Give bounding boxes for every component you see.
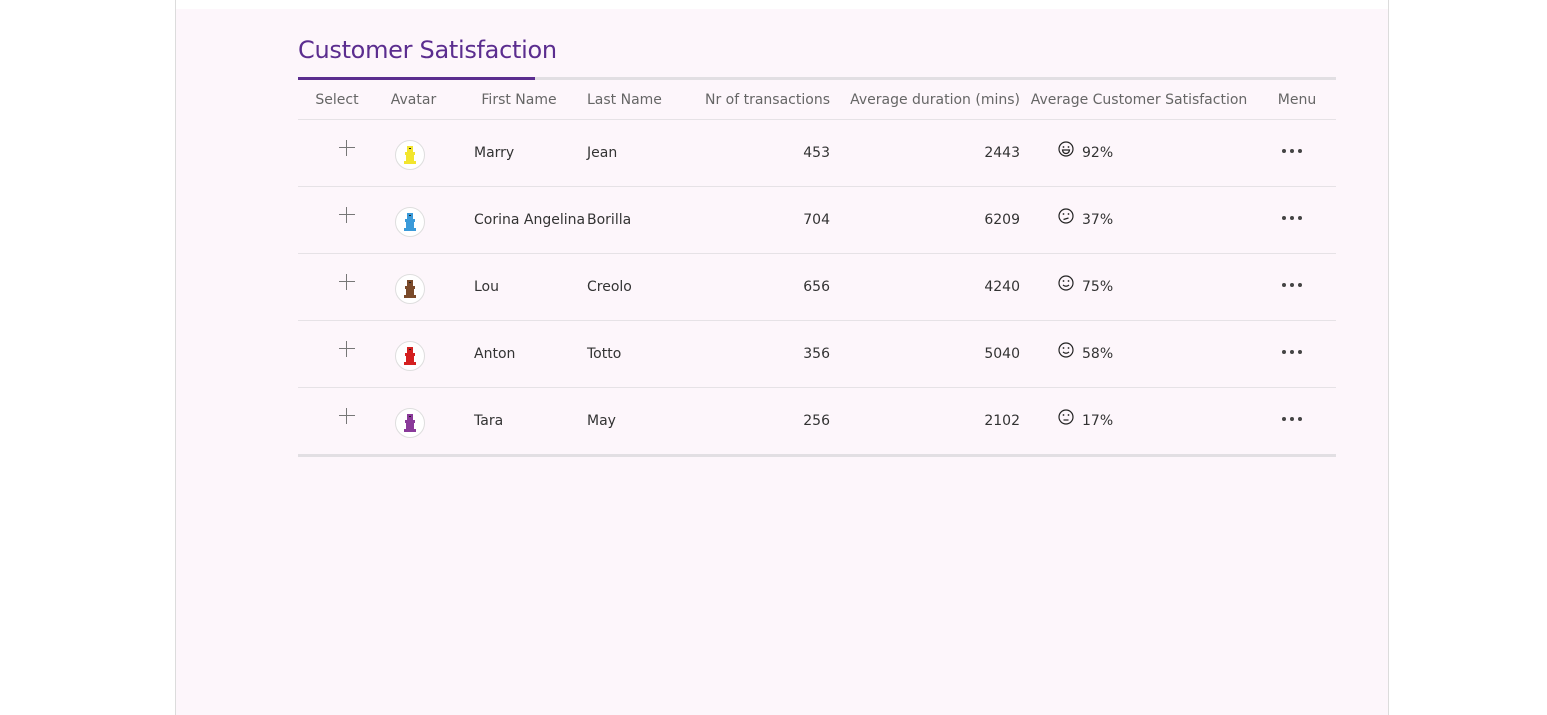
column-header-avatar[interactable]: Avatar	[376, 80, 451, 120]
person-figure-icon	[403, 213, 416, 231]
neutral-face-icon	[1058, 409, 1074, 429]
select-cell	[298, 387, 376, 457]
menu-cell	[1258, 253, 1336, 321]
column-header-satisfaction[interactable]: Average Customer Satisfaction	[1020, 80, 1258, 120]
plus-icon[interactable]	[339, 207, 355, 223]
satisfaction-value: 58%	[1082, 346, 1114, 362]
first-name-cell: Marry	[451, 119, 587, 187]
plus-icon[interactable]	[339, 408, 355, 424]
first-name-cell: Corina Angelina	[451, 186, 587, 254]
table-header-row: Select Avatar First Name Last Name Nr of…	[298, 80, 1336, 120]
satisfaction-value: 92%	[1082, 145, 1114, 161]
column-header-last-name[interactable]: Last Name	[587, 80, 697, 120]
first-name-cell: Lou	[451, 253, 587, 321]
table-row: Lou Creolo 656 4240 75%	[298, 253, 1336, 321]
table-row: Marry Jean 453 2443 92%	[298, 119, 1336, 187]
satisfaction-cell: 75%	[1020, 253, 1258, 321]
plus-icon[interactable]	[339, 140, 355, 156]
last-name-cell: Totto	[587, 320, 697, 388]
column-header-duration[interactable]: Average duration (mins)	[830, 80, 1020, 120]
table-row: Tara May 256 2102 17%	[298, 387, 1336, 457]
smiling-face-icon	[1058, 342, 1074, 362]
transactions-cell: 453	[697, 119, 830, 187]
avatar	[394, 274, 425, 304]
person-figure-icon	[403, 280, 416, 298]
column-header-transactions[interactable]: Nr of transactions	[697, 80, 830, 120]
avatar-cell	[376, 186, 451, 254]
duration-cell: 2443	[830, 119, 1020, 187]
avatar	[394, 207, 425, 237]
avatar	[394, 140, 425, 170]
transactions-cell: 256	[697, 387, 830, 457]
menu-cell	[1258, 320, 1336, 388]
transactions-cell: 704	[697, 186, 830, 254]
plus-icon[interactable]	[339, 274, 355, 290]
satisfaction-cell: 17%	[1020, 387, 1258, 457]
satisfaction-value: 75%	[1082, 279, 1114, 295]
avatar-cell	[376, 320, 451, 388]
satisfaction-cell: 37%	[1020, 186, 1258, 254]
table-row: Corina Angelina Borilla 704 6209 37%	[298, 186, 1336, 254]
table-row: Anton Totto 356 5040 58%	[298, 320, 1336, 388]
title-section: Customer Satisfaction	[298, 36, 1336, 80]
avatar-cell	[376, 387, 451, 457]
duration-cell: 2102	[830, 387, 1020, 457]
plus-icon[interactable]	[339, 341, 355, 357]
last-name-cell: Jean	[587, 119, 697, 187]
satisfaction-cell: 58%	[1020, 320, 1258, 388]
smiling-face-icon	[1058, 275, 1074, 295]
satisfaction-cell: 92%	[1020, 119, 1258, 187]
column-header-menu[interactable]: Menu	[1258, 80, 1336, 120]
first-name-cell: Anton	[451, 320, 587, 388]
satisfaction-value: 17%	[1082, 413, 1114, 429]
select-cell	[298, 119, 376, 187]
avatar	[394, 341, 425, 371]
duration-cell: 4240	[830, 253, 1020, 321]
person-figure-icon	[403, 146, 416, 164]
column-header-first-name[interactable]: First Name	[451, 80, 587, 120]
last-name-cell: May	[587, 387, 697, 457]
last-name-cell: Creolo	[587, 253, 697, 321]
menu-cell	[1258, 387, 1336, 457]
avatar-cell	[376, 253, 451, 321]
satisfaction-value: 37%	[1082, 212, 1114, 228]
more-options-icon[interactable]	[1282, 215, 1304, 221]
avatar-cell	[376, 119, 451, 187]
first-name-cell: Tara	[451, 387, 587, 457]
more-options-icon[interactable]	[1282, 282, 1304, 288]
grinning-face-icon	[1058, 141, 1074, 161]
select-cell	[298, 253, 376, 321]
select-cell	[298, 320, 376, 388]
column-header-select[interactable]: Select	[298, 80, 376, 120]
select-cell	[298, 186, 376, 254]
last-name-cell: Borilla	[587, 186, 697, 254]
page-title: Customer Satisfaction	[298, 36, 557, 64]
panel-top-strip	[176, 0, 1388, 9]
person-figure-icon	[403, 347, 416, 365]
more-options-icon[interactable]	[1282, 416, 1304, 422]
menu-cell	[1258, 119, 1336, 187]
confused-face-icon	[1058, 208, 1074, 228]
menu-cell	[1258, 186, 1336, 254]
duration-cell: 5040	[830, 320, 1020, 388]
transactions-cell: 656	[697, 253, 830, 321]
person-figure-icon	[403, 414, 416, 432]
content-panel: Customer Satisfaction Select Avatar Firs…	[175, 0, 1389, 715]
avatar	[394, 408, 425, 438]
transactions-cell: 356	[697, 320, 830, 388]
more-options-icon[interactable]	[1282, 148, 1304, 154]
more-options-icon[interactable]	[1282, 349, 1304, 355]
duration-cell: 6209	[830, 186, 1020, 254]
customer-table: Select Avatar First Name Last Name Nr of…	[298, 80, 1336, 457]
